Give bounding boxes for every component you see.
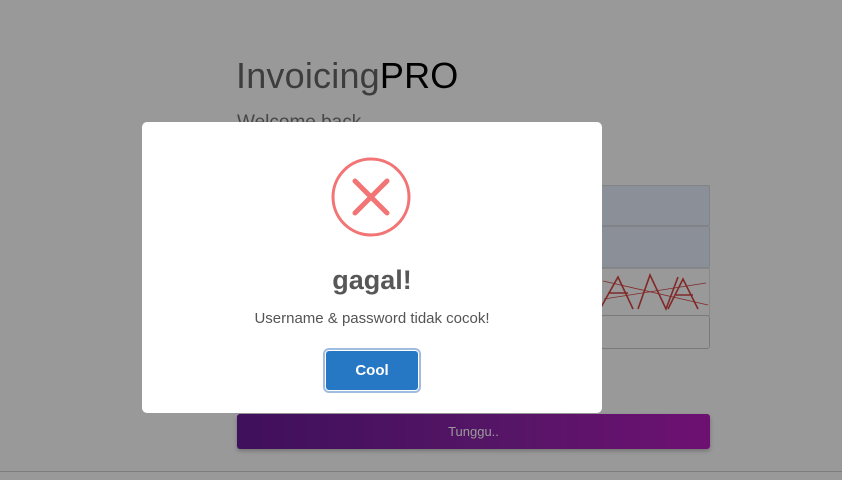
confirm-button[interactable]: Cool — [325, 350, 419, 391]
modal-message: Username & password tidak cocok! — [254, 310, 490, 327]
modal-title: gagal! — [332, 265, 412, 295]
alert-modal: gagal! Username & password tidak cocok! … — [142, 122, 602, 413]
error-x-icon — [331, 157, 411, 237]
